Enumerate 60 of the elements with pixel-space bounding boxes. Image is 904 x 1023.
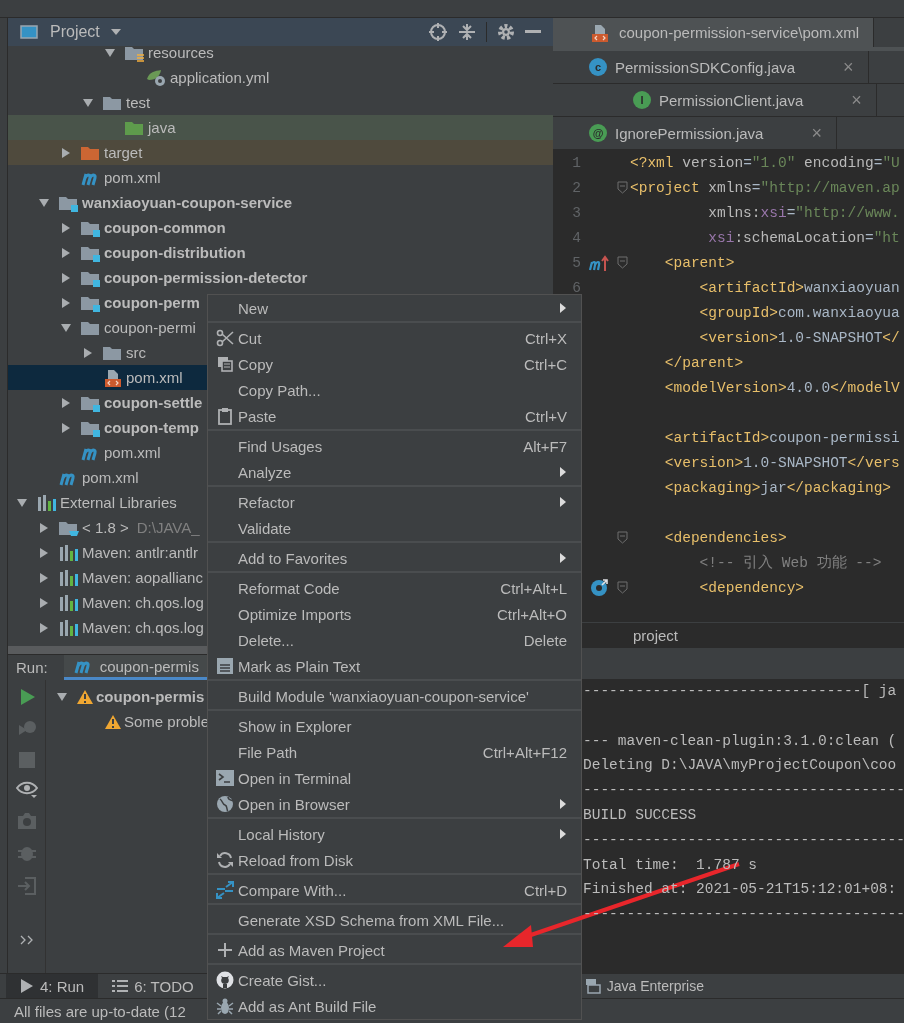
console-line: --- maven-clean-plugin:3.1.0:clean ( — [583, 731, 898, 751]
file-type-icon: @ — [589, 124, 607, 142]
tree-label: coupon-permission-detector — [104, 269, 308, 286]
tree-label: coupon-settle — [104, 394, 203, 411]
status-text: All files are up-to-date (12 — [14, 1002, 186, 1020]
line-number: 1 — [571, 154, 581, 171]
code-line: <version>1.0-SNAPSHOT</ — [698, 329, 900, 346]
line-number: 2 — [571, 179, 581, 196]
console-line: --------------------------------[ ja — [583, 682, 898, 701]
code-line: <dependencies> — [663, 529, 787, 546]
tree-label: java — [148, 119, 176, 136]
code-line: <packaging>jar</packaging> — [663, 479, 892, 496]
tree-label: coupon-temp — [104, 419, 199, 436]
line-number: 6 — [571, 279, 581, 296]
code-line: <project xmlns="http://maven.ap — [630, 179, 900, 196]
tree-label: wanxiaoyuan-coupon-service — [82, 194, 293, 211]
tree-label: < 1.8 > — [82, 519, 129, 536]
tree-label: pom.xml — [104, 444, 161, 461]
tree-label: Maven: ch.qos.log — [82, 619, 204, 636]
tree-label: Maven: ch.qos.log — [82, 594, 204, 611]
tree-label: pom.xml — [126, 369, 183, 386]
line-number: 3 — [571, 204, 581, 221]
tree-label: Maven: antlr:antlr — [82, 544, 198, 561]
code-line: <artifactId>wanxiaoyuan — [698, 279, 900, 296]
code-line: <groupId>com.wanxiaoyua — [698, 304, 900, 321]
line-number: 4 — [571, 229, 581, 246]
path-label: D:\JAVA_ — [136, 519, 200, 536]
file-type-icon: I — [633, 91, 651, 109]
code-line: xmlns:xsi="http://www. — [707, 204, 900, 221]
console-line: Total time: 1.787 s — [583, 855, 759, 875]
tree-label: application.yml — [170, 69, 270, 86]
console-line: BUILD SUCCESS — [583, 806, 698, 825]
code-line: xsi:schemaLocation="ht — [707, 229, 900, 246]
file-type-icon: c — [589, 58, 607, 76]
code-line: <?xml version="1.0" encoding="U — [630, 154, 900, 171]
tree-label: coupon-common — [104, 219, 226, 236]
tree-label: coupon-permi — [104, 319, 196, 336]
tree-label: coupon-distribution — [104, 244, 246, 261]
tree-label: External Libraries — [60, 494, 177, 511]
console-line: ------------------------------------- — [583, 781, 904, 801]
tree-label: pom.xml — [82, 469, 139, 486]
code-line: <!-- 引入 Web 功能 --> — [698, 553, 882, 572]
tree-label: resources — [148, 46, 214, 61]
tree-label: src — [126, 344, 146, 361]
console-line: ------------------------------------- — [583, 830, 904, 850]
code-line: <artifactId>coupon-permissi — [663, 429, 900, 446]
code-line: <modelVersion>4.0.0</modelV — [663, 379, 900, 396]
tree-label: coupon-perm — [104, 294, 200, 311]
code-line: </parent> — [663, 354, 744, 371]
line-number: 5 — [571, 254, 581, 271]
tree-label: pom.xml — [104, 169, 161, 186]
panel-title: Run: — [16, 659, 48, 676]
tree-label: test — [126, 94, 151, 111]
console-line: ------------------------------------- — [583, 905, 904, 925]
code-line: <dependency> — [698, 579, 805, 596]
code-line: <parent> — [663, 254, 735, 271]
console-line: Deleting D:\JAVA\myProjectCoupon\coo — [583, 756, 898, 776]
code-line: <version>1.0-SNAPSHOT</vers — [663, 454, 900, 471]
tree-label: Maven: aopallianc — [82, 569, 203, 586]
tree-label: target — [104, 144, 143, 161]
